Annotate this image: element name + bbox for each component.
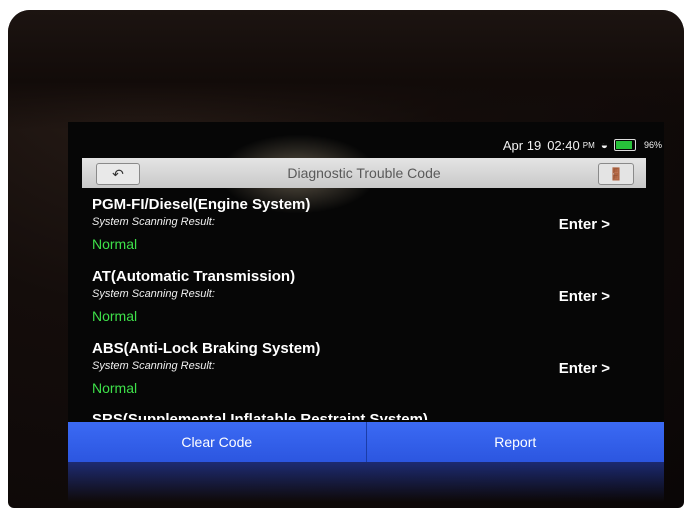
system-item-srs-partial[interactable]: SRS(Supplemental Inflatable Restraint Sy… [92, 410, 428, 420]
device-bezel [8, 10, 684, 130]
battery-icon [613, 139, 636, 151]
status-ampm: PM [582, 140, 595, 150]
back-arrow-icon: ↶ [112, 165, 124, 182]
status-time: 02:40 [547, 137, 580, 153]
enter-button[interactable]: Enter > [559, 288, 610, 305]
system-list: PGM-FI/Diesel(Engine System) System Scan… [78, 194, 658, 410]
scan-status: Normal [92, 380, 138, 396]
action-bar: Clear Code Report [68, 422, 664, 462]
report-button[interactable]: Report [366, 422, 664, 462]
scan-status: Normal [92, 308, 138, 324]
enter-button[interactable]: Enter > [559, 360, 610, 377]
system-item-abs[interactable]: ABS(Anti-Lock Braking System) System Sca… [78, 338, 658, 410]
scan-result-label: System Scanning Result: [92, 216, 215, 228]
title-bar: ↶ Diagnostic Trouble Code 🚪 [82, 158, 646, 188]
system-name: PGM-FI/Diesel(Engine System) [92, 196, 311, 213]
scan-status: Normal [92, 236, 138, 252]
system-name: AT(Automatic Transmission) [92, 268, 296, 285]
exit-button[interactable]: 🚪 [598, 163, 634, 185]
status-date: Apr 19 [502, 137, 542, 153]
status-bar: Apr 19 02:40 PM ◒ 96% [82, 132, 662, 158]
system-item-transmission[interactable]: AT(Automatic Transmission) System Scanni… [78, 266, 658, 338]
battery-percent: 96% [643, 140, 662, 150]
scan-result-label: System Scanning Result: [92, 288, 215, 300]
screen-reflection [68, 462, 664, 502]
enter-button[interactable]: Enter > [559, 216, 610, 233]
clear-code-button[interactable]: Clear Code [68, 422, 367, 462]
page-title: Diagnostic Trouble Code [287, 165, 441, 181]
system-item-engine[interactable]: PGM-FI/Diesel(Engine System) System Scan… [78, 194, 658, 266]
wifi-icon: ◒ [600, 138, 608, 152]
device-screen: Apr 19 02:40 PM ◒ 96% ↶ Diagnostic Troub… [68, 122, 664, 462]
system-name: ABS(Anti-Lock Braking System) [92, 340, 321, 357]
scan-result-label: System Scanning Result: [92, 360, 215, 372]
exit-door-icon: 🚪 [608, 167, 624, 181]
back-button[interactable]: ↶ [96, 163, 140, 185]
device-frame: Apr 19 02:40 PM ◒ 96% ↶ Diagnostic Troub… [8, 10, 684, 508]
